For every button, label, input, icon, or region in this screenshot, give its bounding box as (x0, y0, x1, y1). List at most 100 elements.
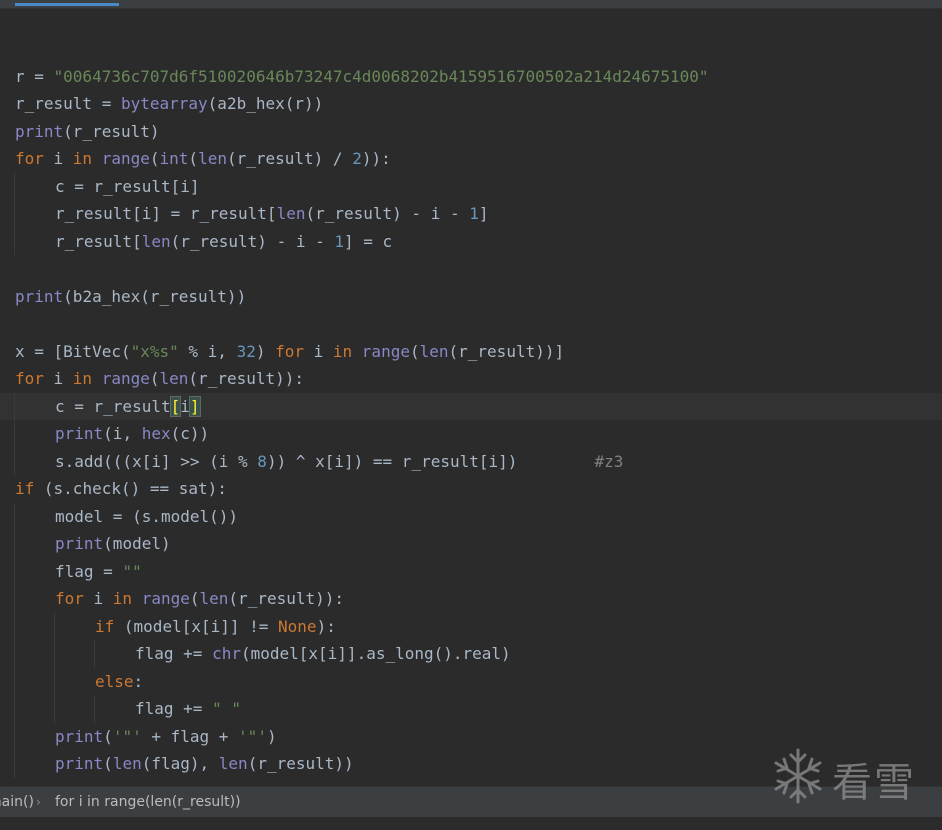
code-token: print (55, 754, 104, 773)
code-token: len (112, 754, 142, 773)
code-token: " " (212, 699, 241, 718)
code-line[interactable]: print(i, hex(c)) (0, 420, 942, 448)
code-token: len (159, 369, 189, 388)
indent-guide (14, 750, 15, 778)
indent-guide (54, 667, 55, 695)
code-token: model = (s.model()) (55, 506, 239, 526)
code-token: in (112, 589, 142, 608)
code-token: in (332, 341, 362, 361)
code-line[interactable]: for i in range(len(r_result)): (0, 585, 942, 613)
code-line[interactable]: for i in range(len(r_result)): (0, 365, 942, 393)
indent-guide (54, 612, 55, 640)
code-line[interactable]: print(r_result) (0, 118, 942, 146)
code-token: ( (103, 726, 113, 746)
code-token: print (15, 286, 64, 306)
code-line[interactable] (0, 310, 942, 338)
code-token: ): (316, 616, 336, 636)
code-token: r_result = (15, 94, 121, 113)
code-token: c = r_result[i] (55, 176, 200, 196)
indent-guide (14, 695, 15, 723)
code-token: r_result[ (55, 231, 142, 251)
code-token: (b2a_hex(r_result)) (63, 286, 247, 306)
code-token: hex (141, 424, 171, 443)
code-token: (model[x[i]].as_long().real) (240, 644, 511, 663)
code-token: 1 (469, 204, 479, 223)
code-line[interactable]: r_result[i] = r_result[len(r_result) - i… (0, 200, 942, 228)
code-lines[interactable]: r = "0064736c707d6f510020646b73247c4d006… (0, 35, 942, 778)
indent-guide (14, 420, 15, 448)
code-token: 8 (257, 451, 267, 471)
code-line[interactable]: if (model[x[i]] != None): (0, 612, 942, 640)
indent-guide (54, 695, 55, 723)
code-token: flag = (55, 561, 123, 581)
code-token: (r_result) - i - (305, 204, 470, 223)
code-token: c = r_result (55, 396, 171, 416)
code-token: i (93, 589, 113, 608)
code-token: s.add(((x[i] >> (i % (55, 451, 258, 471)
code-token: bytearray (120, 94, 208, 113)
code-token: x = [BitVec( (15, 341, 131, 361)
watermark-text: 看雪 (832, 760, 916, 806)
code-token: len (199, 589, 229, 608)
code-line[interactable]: flag = "" (0, 557, 942, 585)
breadcrumb-loop[interactable]: for i in range(len(r_result)) (55, 787, 241, 817)
code-token: for (15, 149, 54, 168)
code-token: ) (266, 726, 277, 746)
code-token: (model[x[i]] != (123, 616, 279, 636)
code-line[interactable]: c = r_result[i] (0, 172, 942, 200)
code-token: ] (478, 204, 489, 223)
code-token: : (133, 671, 144, 691)
breadcrumb-function[interactable]: main() (0, 787, 34, 817)
code-line[interactable]: print(model) (0, 530, 942, 558)
code-token: ( (149, 149, 160, 168)
code-line[interactable] (0, 35, 942, 63)
indent-guide (14, 227, 15, 255)
code-token: "" (122, 561, 142, 581)
code-token: for (55, 589, 94, 608)
code-token: "0064736c707d6f510020646b73247c4d0068202… (53, 66, 709, 86)
code-token: for (275, 341, 314, 361)
code-token: (r_result))] (448, 341, 565, 361)
code-token: int (159, 149, 189, 168)
code-token: range (101, 149, 150, 168)
indent-guide (14, 640, 15, 668)
indent-guide (14, 722, 15, 750)
code-line[interactable]: for i in range(int(len(r_result) / 2)): (0, 145, 942, 173)
code-token: len (218, 754, 248, 773)
code-line[interactable]: flag += " " (0, 695, 942, 723)
code-line[interactable]: s.add(((x[i] >> (i % 8)) ^ x[i]) == r_re… (0, 447, 942, 475)
indent-guide (14, 172, 15, 200)
code-line[interactable]: r_result[len(r_result) - i - 1] = c (0, 227, 942, 255)
code-line[interactable]: r = "0064736c707d6f510020646b73247c4d006… (0, 63, 942, 91)
code-line[interactable]: flag += chr(model[x[i]].as_long().real) (0, 640, 942, 668)
code-line[interactable]: if (s.check() == sat): (0, 475, 942, 503)
code-line[interactable]: x = [BitVec("x%s" % i, 32) for i in rang… (0, 338, 942, 366)
code-line[interactable]: model = (s.model()) (0, 502, 942, 530)
active-tab-indicator[interactable] (15, 3, 119, 6)
code-token: None (278, 616, 317, 636)
code-token: ) (255, 341, 276, 361)
indent-guide (14, 612, 15, 640)
breadcrumb-separator: › (36, 795, 41, 809)
code-token: if (15, 479, 44, 498)
code-token: if (95, 616, 124, 636)
code-token: 1 (334, 231, 345, 251)
code-line[interactable]: else: (0, 667, 942, 695)
indent-guide (14, 200, 15, 228)
code-token: ] = c (344, 231, 393, 251)
code-token: (model) (103, 534, 171, 553)
code-line[interactable]: print(b2a_hex(r_result)) (0, 283, 942, 311)
snowflake-icon (774, 748, 822, 804)
code-token: flag += (135, 699, 213, 718)
code-token: i (53, 369, 73, 388)
code-token: ( (188, 149, 199, 168)
code-line[interactable]: r_result = bytearray(a2b_hex(r)) (0, 90, 942, 118)
indent-guide (14, 530, 15, 558)
code-token: len (419, 341, 449, 361)
code-line[interactable] (0, 255, 942, 283)
code-token: else (95, 671, 134, 691)
code-editor[interactable]: r = "0064736c707d6f510020646b73247c4d006… (0, 9, 942, 786)
code-line[interactable]: c = r_result[i] (0, 392, 942, 420)
code-token: r = (15, 66, 54, 86)
code-token: print (55, 424, 104, 443)
